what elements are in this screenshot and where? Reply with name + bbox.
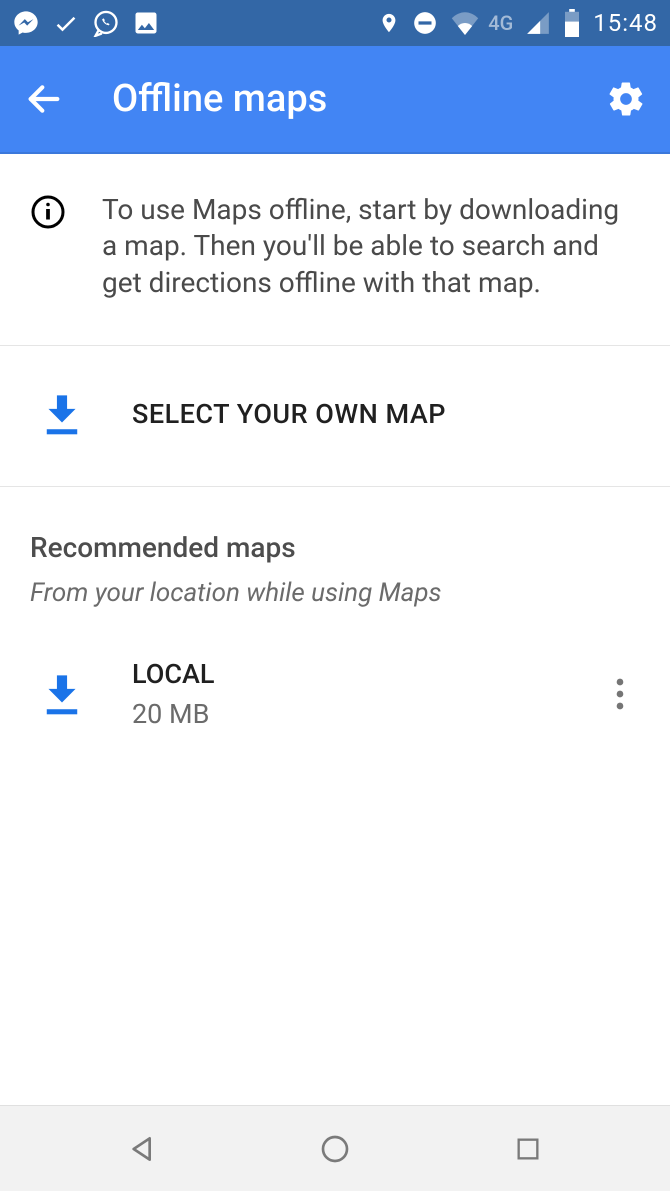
page-title: Offline maps (72, 77, 598, 121)
settings-button[interactable] (598, 79, 646, 119)
cell-signal-icon (525, 10, 551, 36)
recommended-heading: Recommended maps (30, 531, 640, 564)
whatsapp-icon (92, 9, 120, 37)
download-icon (40, 672, 84, 716)
clock-label: 15:48 (593, 9, 658, 37)
recommended-section: Recommended maps From your location whil… (0, 487, 670, 730)
messenger-icon (12, 9, 40, 37)
recommended-map-item[interactable]: LOCAL 20 MB (30, 628, 640, 730)
location-icon (378, 10, 400, 36)
recommended-item-texts: LOCAL 20 MB (132, 658, 552, 730)
nav-recent-button[interactable] (478, 1135, 578, 1163)
battery-icon (563, 9, 581, 37)
info-card: To use Maps offline, start by downloadin… (0, 154, 670, 346)
app-bar: Offline maps (0, 46, 670, 154)
download-icon (40, 392, 84, 436)
recommended-item-title: LOCAL (132, 658, 552, 690)
android-nav-bar (0, 1105, 670, 1191)
recommended-subheading: From your location while using Maps (30, 578, 640, 608)
select-own-map-label: SELECT YOUR OWN MAP (132, 398, 446, 430)
status-right-icons: 4G 15:48 (378, 9, 658, 37)
checkmark-icon (52, 9, 80, 37)
nav-back-button[interactable] (93, 1133, 193, 1165)
status-left-icons (12, 9, 160, 37)
network-type-label: 4G (488, 11, 513, 35)
android-status-bar: 4G 15:48 (0, 0, 670, 46)
select-your-own-map-button[interactable]: SELECT YOUR OWN MAP (0, 346, 670, 487)
nav-home-button[interactable] (285, 1133, 385, 1165)
do-not-disturb-icon (412, 10, 438, 36)
back-button[interactable] (24, 79, 72, 119)
wifi-icon (450, 11, 480, 35)
more-options-button[interactable] (600, 678, 640, 710)
info-text: To use Maps offline, start by downloadin… (102, 192, 642, 301)
image-icon (132, 9, 160, 37)
recommended-item-size: 20 MB (132, 698, 552, 730)
info-icon (30, 192, 66, 301)
